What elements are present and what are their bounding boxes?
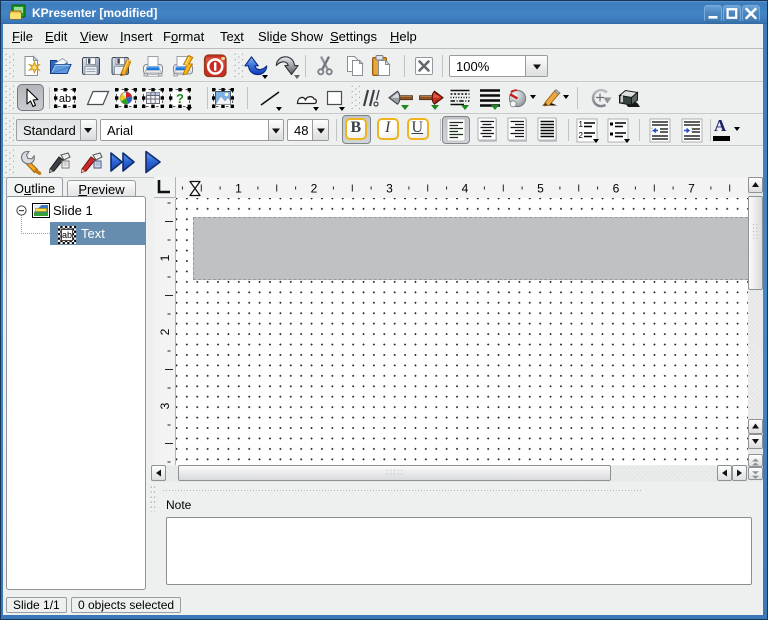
svg-text:1: 1 [158, 254, 172, 261]
svg-text:4: 4 [462, 182, 469, 196]
svg-text:2: 2 [311, 182, 318, 196]
svg-text:?: ? [176, 91, 184, 106]
svg-text:5: 5 [537, 182, 544, 196]
svg-text:3: 3 [158, 402, 172, 409]
svg-text:1: 1 [235, 182, 242, 196]
svg-text:7: 7 [688, 182, 695, 196]
svg-text:6: 6 [613, 182, 620, 196]
svg-text:2: 2 [158, 328, 172, 335]
svg-text:ab: ab [59, 93, 71, 105]
svg-text:1: 1 [579, 120, 584, 129]
svg-text:2: 2 [579, 131, 584, 140]
svg-text:3: 3 [386, 182, 393, 196]
